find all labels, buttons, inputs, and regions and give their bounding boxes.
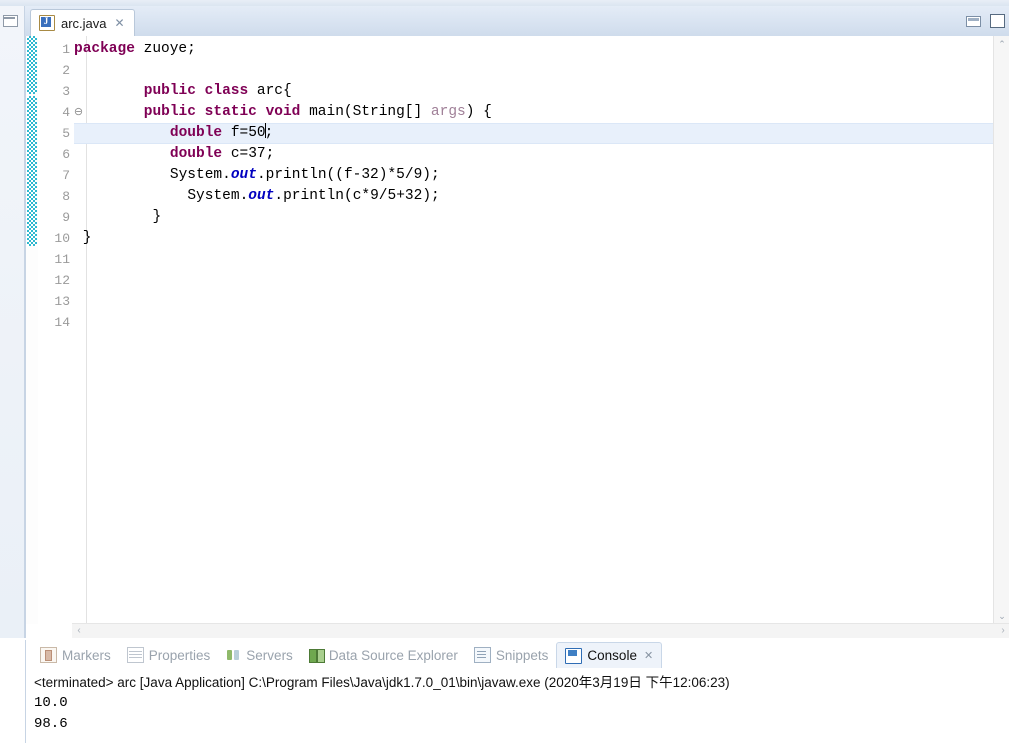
line-number: 5	[62, 126, 70, 141]
bottom-panel: Markers Properties Servers Data Source Expl…	[25, 640, 1009, 743]
window-controls	[966, 14, 1005, 28]
eclipse-ide-window: J arc.java ✕ 1 2 3 4 5 6 7 8 9 10 11 12 13 14 package…	[0, 0, 1009, 743]
view-tab-bar: Markers Properties Servers Data Source Expl…	[26, 640, 1009, 670]
properties-icon	[126, 647, 144, 663]
code-token: }	[82, 230, 92, 246]
line-number: 2	[62, 63, 70, 78]
view-tab-label: Servers	[246, 647, 293, 663]
view-tab-markers[interactable]: Markers	[32, 642, 119, 668]
code-token: ) {	[465, 104, 492, 120]
scroll-down-icon[interactable]: ⌄	[994, 608, 1009, 624]
servers-icon	[226, 648, 241, 662]
console-terminated-line: <terminated> arc [Java Application] C:\P…	[34, 675, 730, 690]
view-tab-data-source-explorer[interactable]: Data Source Explorer	[301, 642, 466, 668]
line-number: 6	[62, 147, 70, 162]
code-token: main(String[]	[300, 104, 431, 120]
close-icon[interactable]: ✕	[644, 649, 653, 662]
code-token: double	[169, 146, 223, 162]
view-tab-label: Markers	[62, 647, 111, 663]
line-number: 3	[62, 84, 70, 99]
java-file-icon: J	[39, 15, 55, 31]
line-number: 10	[54, 231, 70, 246]
console-output-line: 98.6	[34, 716, 68, 732]
code-token: .println(c*9/5+32);	[274, 188, 440, 204]
code-line[interactable]: }	[83, 228, 92, 249]
data-source-explorer-icon	[308, 648, 325, 663]
line-number: 7	[62, 168, 70, 183]
scroll-left-icon[interactable]: ‹	[72, 624, 86, 638]
change-bar-segment	[27, 96, 37, 246]
left-rail	[0, 6, 25, 638]
line-number-gutter: 1 2 3 4 5 6 7 8 9 10 11 12 13 14	[38, 36, 72, 624]
scroll-right-icon[interactable]: ›	[996, 624, 1009, 638]
view-tab-label: Data Source Explorer	[328, 647, 458, 663]
code-token: arc{	[248, 83, 292, 99]
editor-horizontal-scrollbar[interactable]: ‹ ›	[72, 623, 1009, 638]
view-tab-snippets[interactable]: Snippets	[466, 642, 557, 668]
markers-icon	[40, 647, 57, 663]
restore-view-icon[interactable]	[2, 14, 18, 27]
view-tab-label: Properties	[148, 647, 211, 663]
code-token: }	[152, 209, 162, 225]
code-token: args	[430, 104, 466, 120]
view-tab-properties[interactable]: Properties	[119, 642, 219, 668]
line-number: 13	[54, 294, 70, 309]
code-line[interactable]: public static void main(String[] args) {	[144, 102, 492, 123]
editor-vertical-scrollbar[interactable]: ⌃ ⌄	[993, 36, 1009, 624]
code-line[interactable]: package zuoye;	[74, 39, 196, 60]
editor-tab-label: arc.java	[61, 15, 107, 31]
close-icon[interactable]: ✕	[115, 16, 125, 30]
change-bar-segment	[27, 36, 37, 94]
editor-tab-bar: J arc.java ✕	[25, 6, 1009, 37]
editor-tab-arc-java[interactable]: J arc.java ✕	[30, 9, 135, 36]
code-line[interactable]: System.out.println((f-32)*5/9);	[170, 165, 440, 186]
line-number: 9	[62, 210, 70, 225]
code-token: System.	[169, 167, 231, 183]
code-token: out	[248, 188, 275, 204]
code-line[interactable]: double c=37;	[170, 144, 274, 165]
code-token: ;	[264, 125, 274, 141]
console-output[interactable]: <terminated> arc [Java Application] C:\P…	[26, 670, 1009, 743]
minimize-icon[interactable]	[966, 15, 981, 27]
view-tab-label: Snippets	[495, 647, 549, 663]
code-line[interactable]: System.out.println(c*9/5+32);	[187, 186, 439, 207]
view-tab-console[interactable]: Console ✕	[556, 642, 663, 668]
code-token: c=37;	[222, 146, 275, 162]
line-number: 14	[54, 315, 70, 330]
console-output-line: 10.0	[34, 695, 68, 711]
view-tab-label: Console	[587, 648, 637, 663]
code-line[interactable]: public class arc{	[144, 81, 292, 102]
code-token: double	[169, 125, 223, 141]
code-editor: 1 2 3 4 5 6 7 8 9 10 11 12 13 14 package zuoye; public…	[25, 36, 1009, 638]
code-token: package	[74, 41, 135, 57]
code-token: out	[230, 167, 257, 183]
code-line[interactable]: }	[152, 207, 161, 228]
code-token: .println((f-32)*5/9);	[256, 167, 440, 183]
view-tab-servers[interactable]: Servers	[218, 642, 301, 668]
console-icon	[565, 647, 583, 664]
code-token: f=50	[222, 125, 266, 141]
change-bar	[26, 36, 38, 624]
snippets-icon	[473, 647, 491, 663]
code-token: System.	[187, 188, 249, 204]
line-number: 8	[62, 189, 70, 204]
code-fold-collapse-icon[interactable]: ⊖	[72, 102, 85, 123]
code-text-area[interactable]: package zuoye; public class arc{public st…	[74, 36, 994, 624]
scroll-up-icon[interactable]: ⌃	[994, 36, 1009, 52]
line-number: 12	[54, 273, 70, 288]
code-line[interactable]: double f=50;	[170, 123, 273, 144]
code-token: public class	[143, 83, 249, 99]
java-icon-letter: J	[43, 16, 49, 26]
code-token: zuoye;	[134, 41, 196, 57]
line-number: 1	[62, 42, 70, 57]
code-token: public static void	[143, 104, 301, 120]
line-number: 11	[54, 252, 70, 267]
line-number: 4	[62, 105, 70, 120]
maximize-icon[interactable]	[990, 14, 1005, 28]
